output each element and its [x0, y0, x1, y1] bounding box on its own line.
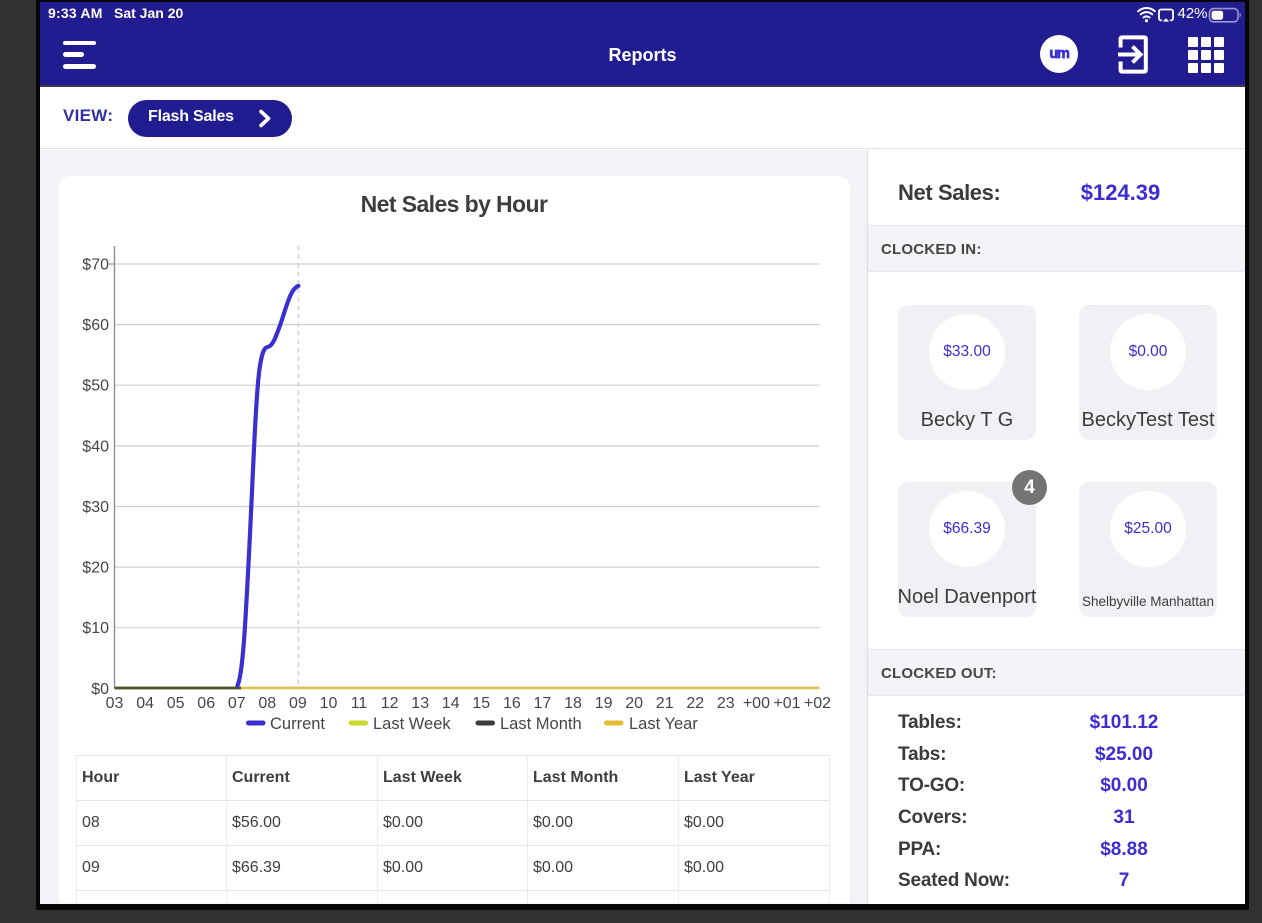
- svg-text:10: 10: [319, 695, 337, 712]
- svg-text:18: 18: [564, 695, 582, 712]
- svg-text:+00: +00: [742, 695, 769, 712]
- svg-text:19: 19: [594, 695, 612, 712]
- svg-text:$30: $30: [82, 499, 109, 516]
- svg-text:22: 22: [686, 695, 704, 712]
- svg-text:09: 09: [289, 695, 307, 712]
- svg-text:Last Month: Last Month: [500, 715, 582, 733]
- svg-text:23: 23: [716, 695, 734, 712]
- svg-text:16: 16: [503, 695, 521, 712]
- svg-text:08: 08: [258, 695, 276, 712]
- svg-text:04: 04: [136, 695, 154, 712]
- svg-text:06: 06: [197, 695, 215, 712]
- svg-text:03: 03: [105, 695, 123, 712]
- svg-text:$10: $10: [82, 620, 109, 637]
- svg-text:+02: +02: [803, 695, 830, 712]
- svg-text:Last Week: Last Week: [373, 715, 451, 733]
- svg-text:07: 07: [227, 695, 245, 712]
- svg-text:Last Year: Last Year: [629, 715, 698, 733]
- svg-text:17: 17: [533, 695, 551, 712]
- svg-text:$40: $40: [82, 438, 109, 455]
- svg-text:$70: $70: [82, 256, 109, 273]
- svg-text:+01: +01: [773, 695, 800, 712]
- svg-text:$20: $20: [82, 559, 109, 576]
- svg-text:05: 05: [166, 695, 184, 712]
- svg-text:20: 20: [625, 695, 643, 712]
- svg-text:12: 12: [380, 695, 398, 712]
- svg-text:14: 14: [441, 695, 459, 712]
- svg-text:21: 21: [655, 695, 673, 712]
- svg-text:13: 13: [411, 695, 429, 712]
- svg-text:$50: $50: [82, 377, 109, 394]
- svg-text:$60: $60: [82, 317, 109, 334]
- svg-text:11: 11: [350, 695, 367, 712]
- svg-text:15: 15: [472, 695, 490, 712]
- svg-text:Current: Current: [270, 715, 325, 733]
